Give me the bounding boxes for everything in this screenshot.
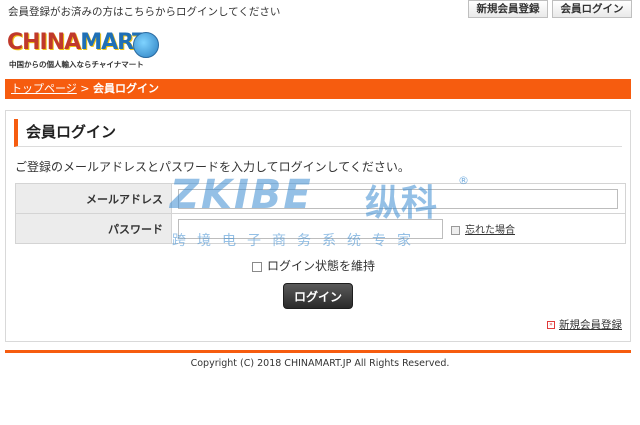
footer-divider [5, 350, 631, 353]
email-field[interactable] [178, 188, 618, 209]
login-panel: 会員ログイン ご登録のメールアドレスとパスワードを入力してログインしてください。… [5, 110, 631, 342]
page-title: 会員ログイン [14, 119, 622, 147]
password-row: パスワード 忘れた場合 [15, 213, 626, 244]
keep-login-checkbox[interactable] [252, 261, 262, 272]
password-label: パスワード [15, 213, 172, 244]
copyright-text: Copyright (C) 2018 CHINAMART.JP All Righ… [190, 358, 450, 369]
header-login-button[interactable]: 会員ログイン [552, 0, 632, 18]
header-register-button[interactable]: 新規会員登録 [468, 0, 548, 18]
logo-tagline: 中国からの個人輸入ならチャイナマート [9, 60, 144, 69]
globe-icon [133, 32, 159, 58]
email-cell [171, 183, 626, 214]
keep-login-option[interactable]: ログイン状態を維持 [252, 257, 375, 274]
top-bar: 会員登録がお済みの方はこちらからログインしてください 新規会員登録 会員ログイン [0, 0, 640, 22]
breadcrumb-separator: > [76, 82, 93, 95]
email-label: メールアドレス [15, 183, 172, 214]
forgot-password-link[interactable]: 忘れた場合 [465, 225, 515, 236]
login-instructions: ご登録のメールアドレスとパスワードを入力してログインしてください。 [15, 160, 410, 174]
keep-login-label: ログイン状態を維持 [267, 259, 376, 273]
password-field[interactable] [178, 218, 443, 239]
login-button[interactable]: ログイン [283, 283, 353, 309]
breadcrumb: トップページ > 会員ログイン [5, 79, 631, 99]
forgot-password-icon [450, 225, 460, 235]
login-form-table: メールアドレス パスワード 忘れた場合 [15, 183, 626, 244]
new-register-label: 新規会員登録 [559, 319, 622, 331]
breadcrumb-home-link[interactable]: トップページ [11, 82, 77, 95]
password-cell: 忘れた場合 [171, 213, 626, 244]
logo-word-china: CHINA [7, 30, 81, 55]
new-register-link[interactable]: » 新規会員登録 [547, 317, 622, 332]
email-row: メールアドレス [15, 183, 626, 214]
login-notice-text: 会員登録がお済みの方はこちらからログインしてください [8, 6, 281, 18]
arrow-box-icon: » [547, 321, 555, 329]
logo-wordmark: CHINAMART [7, 30, 147, 55]
chinamart-logo[interactable]: CHINAMART 中国からの個人輸入ならチャイナマート [7, 30, 159, 70]
breadcrumb-current: 会員ログイン [93, 82, 159, 95]
